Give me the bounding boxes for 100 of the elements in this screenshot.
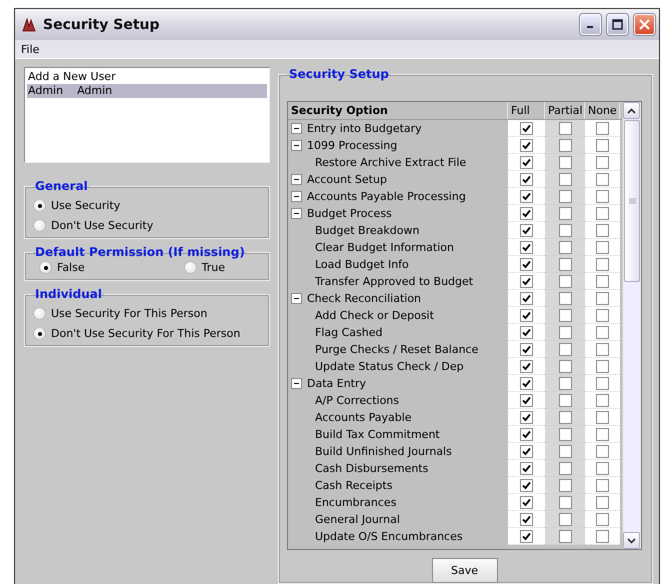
checkbox[interactable] bbox=[596, 342, 609, 356]
checkbox[interactable] bbox=[558, 428, 572, 440]
checkbox[interactable] bbox=[520, 156, 533, 168]
checkbox[interactable] bbox=[558, 444, 572, 458]
checkbox[interactable] bbox=[596, 512, 609, 526]
collapse-icon[interactable] bbox=[291, 140, 302, 151]
checkbox[interactable] bbox=[520, 172, 533, 186]
radio-button[interactable] bbox=[184, 261, 197, 274]
checkbox[interactable] bbox=[558, 342, 572, 356]
checkbox[interactable] bbox=[520, 292, 533, 304]
checkbox[interactable] bbox=[520, 530, 533, 542]
checkbox[interactable] bbox=[558, 360, 572, 372]
user-item[interactable]: Add a New User bbox=[27, 70, 267, 84]
collapse-icon[interactable] bbox=[291, 191, 302, 202]
radio-button[interactable] bbox=[39, 261, 52, 274]
checkbox[interactable] bbox=[520, 360, 533, 372]
radio-button[interactable] bbox=[33, 307, 46, 320]
checkbox[interactable] bbox=[558, 376, 572, 390]
user-item[interactable]: Admin Admin bbox=[27, 84, 267, 98]
radio-button[interactable] bbox=[33, 199, 46, 212]
checkbox[interactable] bbox=[596, 258, 609, 270]
checkbox[interactable] bbox=[596, 462, 609, 474]
checkbox[interactable] bbox=[596, 478, 609, 492]
checkbox[interactable] bbox=[558, 206, 572, 220]
checkbox[interactable] bbox=[558, 240, 572, 254]
checkbox[interactable] bbox=[558, 462, 572, 474]
checkbox[interactable] bbox=[558, 478, 572, 492]
maximize-button[interactable] bbox=[607, 14, 628, 35]
minimize-button[interactable] bbox=[580, 14, 601, 35]
checkbox[interactable] bbox=[520, 428, 533, 440]
checkbox[interactable] bbox=[520, 122, 533, 134]
collapse-icon[interactable] bbox=[291, 208, 302, 219]
checkbox[interactable] bbox=[596, 394, 609, 406]
checkbox[interactable] bbox=[520, 512, 533, 526]
checkbox[interactable] bbox=[596, 240, 609, 254]
checkbox[interactable] bbox=[558, 258, 572, 270]
checkbox[interactable] bbox=[596, 496, 609, 508]
checkbox[interactable] bbox=[558, 308, 572, 322]
scroll-down-button[interactable] bbox=[623, 532, 640, 549]
checkbox[interactable] bbox=[558, 172, 572, 186]
collapse-icon[interactable] bbox=[291, 123, 302, 134]
close-button[interactable] bbox=[634, 14, 655, 35]
radio-button[interactable] bbox=[33, 327, 46, 340]
checkbox[interactable] bbox=[558, 496, 572, 508]
checkbox[interactable] bbox=[596, 206, 609, 220]
menu-item[interactable]: File bbox=[21, 42, 40, 56]
checkbox[interactable] bbox=[596, 224, 609, 236]
checkbox[interactable] bbox=[558, 190, 572, 202]
checkbox[interactable] bbox=[558, 530, 572, 542]
checkbox[interactable] bbox=[596, 156, 609, 168]
scroll-thumb[interactable] bbox=[624, 120, 640, 282]
checkbox[interactable] bbox=[596, 172, 609, 186]
collapse-icon[interactable] bbox=[291, 293, 302, 304]
checkbox[interactable] bbox=[520, 326, 533, 338]
checkbox[interactable] bbox=[596, 292, 609, 304]
checkbox[interactable] bbox=[520, 258, 533, 270]
checkbox[interactable] bbox=[558, 156, 572, 168]
checkbox[interactable] bbox=[520, 478, 533, 492]
checkbox[interactable] bbox=[596, 376, 609, 390]
checkbox[interactable] bbox=[596, 326, 609, 338]
checkbox[interactable] bbox=[520, 308, 533, 322]
checkbox[interactable] bbox=[596, 308, 609, 322]
checkbox[interactable] bbox=[596, 190, 609, 202]
checkbox[interactable] bbox=[520, 342, 533, 356]
checkbox[interactable] bbox=[520, 462, 533, 474]
checkbox[interactable] bbox=[558, 512, 572, 526]
checkbox[interactable] bbox=[558, 138, 572, 152]
checkbox[interactable] bbox=[520, 496, 533, 508]
scrollbar[interactable] bbox=[622, 102, 641, 549]
checkbox[interactable] bbox=[520, 376, 533, 390]
checkbox[interactable] bbox=[558, 394, 572, 406]
column-header: Partial bbox=[545, 102, 585, 119]
checkbox[interactable] bbox=[596, 530, 609, 542]
checkbox[interactable] bbox=[558, 224, 572, 236]
checkbox[interactable] bbox=[520, 394, 533, 406]
checkbox[interactable] bbox=[520, 190, 533, 202]
checkbox[interactable] bbox=[596, 138, 609, 152]
collapse-icon[interactable] bbox=[291, 378, 302, 389]
checkbox[interactable] bbox=[520, 444, 533, 458]
checkbox[interactable] bbox=[520, 206, 533, 220]
checkbox[interactable] bbox=[558, 292, 572, 304]
checkbox[interactable] bbox=[558, 122, 572, 134]
checkbox[interactable] bbox=[520, 274, 533, 288]
checkbox[interactable] bbox=[520, 224, 533, 236]
checkbox[interactable] bbox=[596, 122, 609, 134]
checkbox[interactable] bbox=[520, 138, 533, 152]
checkbox[interactable] bbox=[596, 410, 609, 424]
checkbox[interactable] bbox=[520, 410, 533, 424]
radio-button[interactable] bbox=[33, 219, 46, 232]
checkbox[interactable] bbox=[520, 240, 533, 254]
checkbox[interactable] bbox=[558, 326, 572, 338]
checkbox[interactable] bbox=[596, 360, 609, 372]
checkbox[interactable] bbox=[596, 428, 609, 440]
save-button[interactable]: Save bbox=[432, 558, 498, 583]
checkbox[interactable] bbox=[558, 410, 572, 424]
collapse-icon[interactable] bbox=[291, 174, 302, 185]
checkbox[interactable] bbox=[596, 274, 609, 288]
scroll-up-button[interactable] bbox=[623, 102, 640, 119]
checkbox[interactable] bbox=[596, 444, 609, 458]
checkbox[interactable] bbox=[558, 274, 572, 288]
